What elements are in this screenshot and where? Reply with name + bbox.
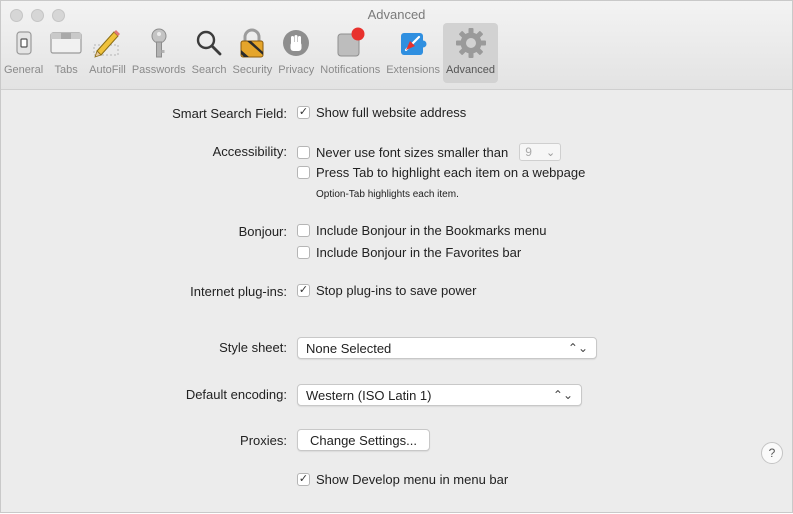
- accessibility-label: Accessibility:: [212, 144, 287, 159]
- magnifier-icon: [193, 23, 225, 63]
- tab-notifications-label: Notifications: [320, 64, 381, 76]
- tab-privacy[interactable]: Privacy: [275, 23, 317, 83]
- style-sheet-value: None Selected: [306, 340, 392, 356]
- smart-search-row: Smart Search Field: ✓ Show full website …: [1, 103, 792, 125]
- bonjour-bookmarks-checkbox[interactable]: [297, 224, 310, 237]
- tab-security[interactable]: Security: [229, 23, 275, 83]
- min-font-size-text: Never use font sizes smaller than: [316, 144, 509, 160]
- hand-icon: [280, 23, 312, 63]
- tab-highlight-option[interactable]: Press Tab to highlight each item on a we…: [297, 165, 585, 180]
- plugins-label: Internet plug-ins:: [190, 284, 287, 299]
- tab-tabs[interactable]: Tabs: [46, 23, 86, 83]
- help-button[interactable]: ?: [761, 442, 783, 464]
- tab-advanced[interactable]: Advanced: [443, 23, 498, 83]
- encoding-select[interactable]: Western (ISO Latin 1) ⌃⌄: [297, 384, 582, 406]
- min-font-size-checkbox[interactable]: [297, 145, 310, 159]
- show-full-address-option[interactable]: ✓ Show full website address: [297, 105, 466, 120]
- develop-row: ✓ Show Develop menu in menu bar: [1, 470, 792, 492]
- change-settings-button[interactable]: Change Settings...: [297, 429, 430, 451]
- smart-search-label: Smart Search Field:: [172, 106, 287, 121]
- puzzle-icon: [396, 23, 430, 63]
- bonjour-favorites-text: Include Bonjour in the Favorites bar: [316, 245, 522, 260]
- advanced-settings-pane: Smart Search Field: ✓ Show full website …: [1, 90, 792, 514]
- bonjour-row: Bonjour: Include Bonjour in the Bookmark…: [1, 221, 792, 243]
- proxies-label: Proxies:: [240, 433, 287, 448]
- tabs-icon: [49, 23, 83, 63]
- tab-highlight-checkbox[interactable]: [297, 166, 310, 179]
- tab-general-label: General: [4, 64, 44, 76]
- encoding-value: Western (ISO Latin 1): [306, 387, 432, 403]
- show-full-address-checkbox[interactable]: ✓: [297, 106, 310, 119]
- preferences-toolbar: Advanced General Tabs AutoFill Passwords…: [1, 1, 792, 90]
- accessibility-row: Accessibility: Never use font sizes smal…: [1, 141, 792, 163]
- encoding-label: Default encoding:: [185, 387, 287, 402]
- tab-notifications[interactable]: Notifications: [317, 23, 383, 83]
- tab-search-label: Search: [191, 64, 227, 76]
- tab-advanced-label: Advanced: [446, 64, 495, 76]
- tab-general[interactable]: General: [1, 23, 46, 83]
- style-sheet-select[interactable]: None Selected ⌃⌄: [297, 337, 597, 359]
- lock-icon: [236, 23, 268, 63]
- pencil-icon: [90, 23, 124, 63]
- style-sheet-row: Style sheet: None Selected ⌃⌄: [1, 337, 792, 359]
- develop-menu-checkbox[interactable]: ✓: [297, 473, 310, 486]
- stop-plugins-text: Stop plug-ins to save power: [316, 283, 477, 298]
- tab-privacy-label: Privacy: [278, 64, 315, 76]
- tab-autofill-label: AutoFill: [89, 64, 126, 76]
- min-font-size-select[interactable]: 9 ⌄: [519, 143, 562, 161]
- stop-plugins-option[interactable]: ✓ Stop plug-ins to save power: [297, 283, 476, 298]
- tab-autofill[interactable]: AutoFill: [86, 23, 129, 83]
- bonjour-label: Bonjour:: [238, 224, 287, 239]
- encoding-row: Default encoding: Western (ISO Latin 1) …: [1, 384, 792, 406]
- proxies-row: Proxies: Change Settings...: [1, 429, 792, 452]
- bonjour-bookmarks-text: Include Bonjour in the Bookmarks menu: [316, 223, 547, 238]
- chevron-down-icon: ⌄: [545, 146, 556, 159]
- gear-icon: [454, 23, 488, 63]
- min-font-size-value: 9: [525, 145, 532, 159]
- notification-badge-icon: [334, 23, 366, 63]
- option-tab-note: Option-Tab highlights each item.: [316, 189, 459, 200]
- tab-passwords-label: Passwords: [131, 64, 186, 76]
- style-sheet-label: Style sheet:: [219, 340, 287, 355]
- accessibility-tab-row: Press Tab to highlight each item on a we…: [1, 163, 792, 185]
- tab-extensions-label: Extensions: [386, 64, 441, 76]
- min-font-size-option[interactable]: Never use font sizes smaller than 9 ⌄: [297, 143, 562, 161]
- tab-passwords[interactable]: Passwords: [129, 23, 189, 83]
- tab-extensions[interactable]: Extensions: [383, 23, 443, 83]
- general-switch-icon: [8, 23, 40, 63]
- stop-plugins-checkbox[interactable]: ✓: [297, 284, 310, 297]
- plugins-row: Internet plug-ins: ✓ Stop plug-ins to sa…: [1, 281, 792, 303]
- updown-arrows-icon: ⌃⌄: [552, 388, 573, 402]
- preference-tabs: General Tabs AutoFill Passwords Search S…: [1, 23, 498, 83]
- bonjour-bookmarks-option[interactable]: Include Bonjour in the Bookmarks menu: [297, 223, 547, 238]
- develop-menu-option[interactable]: ✓ Show Develop menu in menu bar: [297, 472, 508, 487]
- updown-arrows-icon: ⌃⌄: [567, 341, 588, 355]
- bonjour-favorites-option[interactable]: Include Bonjour in the Favorites bar: [297, 245, 521, 260]
- tab-highlight-text: Press Tab to highlight each item on a we…: [316, 165, 586, 180]
- key-icon: [143, 23, 175, 63]
- show-full-address-text: Show full website address: [316, 105, 467, 120]
- tab-search[interactable]: Search: [189, 23, 230, 83]
- safari-preferences-window: Advanced General Tabs AutoFill Passwords…: [0, 0, 793, 513]
- develop-menu-text: Show Develop menu in menu bar: [316, 472, 509, 487]
- bonjour-favorites-row: Include Bonjour in the Favorites bar: [1, 243, 792, 265]
- window-title: Advanced: [367, 7, 426, 22]
- tab-tabs-label: Tabs: [54, 64, 78, 76]
- bonjour-favorites-checkbox[interactable]: [297, 246, 310, 259]
- tab-security-label: Security: [232, 64, 273, 76]
